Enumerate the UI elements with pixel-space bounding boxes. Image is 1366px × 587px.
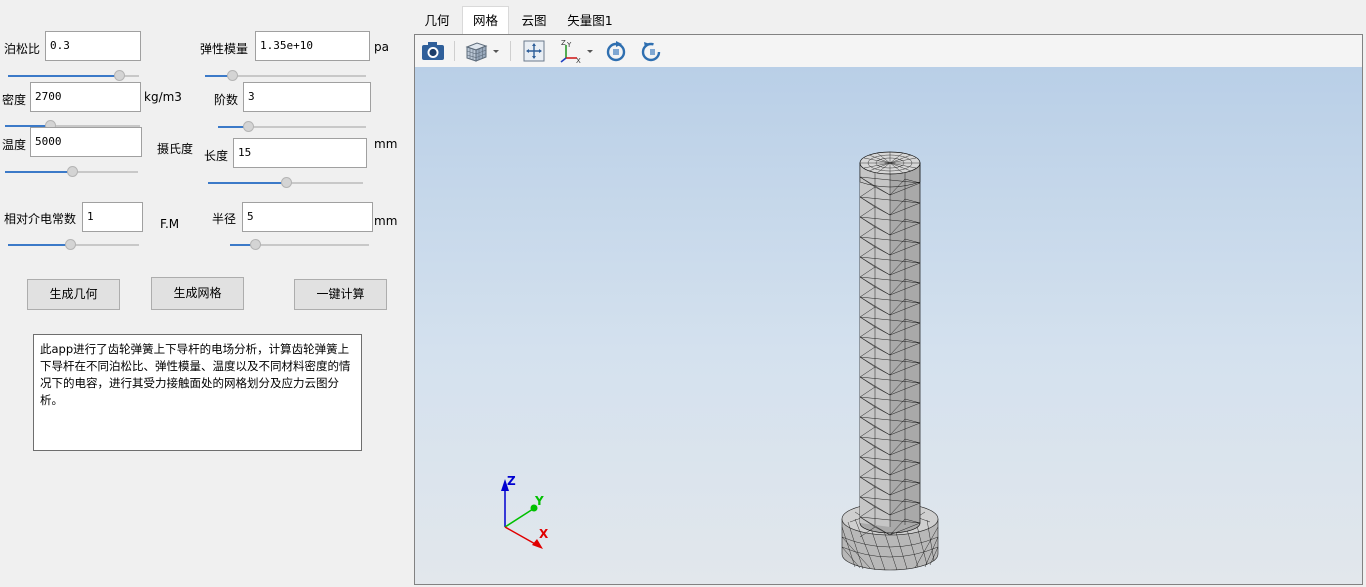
temperature-slider[interactable]: [5, 165, 138, 179]
fm-label: F.M: [160, 217, 180, 231]
radius-unit: mm: [374, 214, 398, 228]
density-unit: kg/m3: [144, 90, 182, 104]
length-slider[interactable]: [208, 176, 363, 190]
temperature-label: 温度: [2, 138, 27, 152]
tab-mesh[interactable]: 网格: [462, 6, 509, 35]
slider-handle[interactable]: [280, 177, 292, 188]
3d-viewport[interactable]: Z Y X: [415, 67, 1362, 584]
modulus-slider[interactable]: [205, 69, 366, 83]
mesh-model: Z Y X: [501, 151, 939, 571]
length-label: 长度: [204, 149, 229, 163]
dropdown-arrow-icon[interactable]: [585, 39, 595, 63]
permittivity-slider[interactable]: [8, 238, 139, 252]
density-label: 密度: [2, 93, 27, 107]
toolbar-separator: [454, 41, 455, 61]
slider-handle[interactable]: [227, 70, 239, 81]
slider-handle[interactable]: [66, 166, 78, 177]
axis-z-label: Z: [507, 474, 516, 488]
generate-mesh-button[interactable]: 生成网格: [151, 277, 244, 310]
modulus-label: 弹性模量: [200, 42, 249, 56]
order-label: 阶数: [214, 93, 239, 107]
temperature-field[interactable]: 5000: [30, 127, 142, 157]
graphics-viewer: Y Z X Z Y X: [414, 34, 1363, 585]
radius-field[interactable]: 5: [242, 202, 373, 232]
modulus-unit: pa: [374, 40, 389, 54]
compute-button[interactable]: 一键计算: [294, 279, 387, 310]
radius-label: 半径: [212, 212, 237, 226]
svg-text:Y: Y: [566, 41, 572, 49]
permittivity-field[interactable]: 1: [82, 202, 143, 232]
reset-view-icon[interactable]: [639, 39, 663, 63]
camera-icon[interactable]: [420, 39, 446, 63]
description-box: 此app进行了齿轮弹簧上下导杆的电场分析，计算齿轮弹簧上下导杆在不同泊松比、弹性…: [33, 334, 362, 451]
axis-x-label: X: [539, 527, 549, 541]
slider-handle[interactable]: [250, 239, 262, 250]
poisson-slider[interactable]: [8, 69, 139, 83]
axis-y-label: Y: [534, 494, 544, 508]
slider-handle[interactable]: [242, 121, 254, 132]
density-field[interactable]: 2700: [30, 82, 141, 112]
tab-geometry[interactable]: 几何: [418, 10, 456, 34]
view-cube-icon[interactable]: [463, 39, 489, 63]
poisson-label: 泊松比: [4, 42, 41, 56]
order-slider[interactable]: [218, 120, 366, 134]
celsius-label: 摄氏度: [157, 142, 194, 156]
tab-contour[interactable]: 云图: [515, 10, 553, 34]
dropdown-arrow-icon[interactable]: [491, 39, 501, 63]
axis-orientation-icon[interactable]: Y Z X: [557, 39, 583, 63]
rotate-icon[interactable]: [604, 39, 628, 63]
slider-handle[interactable]: [114, 70, 126, 81]
permittivity-label: 相对介电常数: [4, 212, 77, 226]
length-field[interactable]: 15: [233, 138, 367, 168]
graphics-toolbar: Y Z X: [415, 35, 1362, 68]
tab-vector[interactable]: 矢量图1: [562, 10, 618, 34]
slider-handle[interactable]: [64, 239, 76, 250]
length-unit: mm: [374, 137, 398, 151]
svg-text:X: X: [576, 57, 581, 63]
order-field[interactable]: 3: [243, 82, 371, 112]
poisson-field[interactable]: 0.3: [45, 31, 141, 61]
axis-triad: Z Y X: [501, 474, 549, 549]
radius-slider[interactable]: [230, 238, 369, 252]
toolbar-separator: [510, 41, 511, 61]
svg-text:Z: Z: [561, 39, 566, 47]
zoom-extents-icon[interactable]: [522, 39, 546, 63]
modulus-field[interactable]: 1.35e+10: [255, 31, 370, 61]
generate-geometry-button[interactable]: 生成几何: [27, 279, 120, 310]
